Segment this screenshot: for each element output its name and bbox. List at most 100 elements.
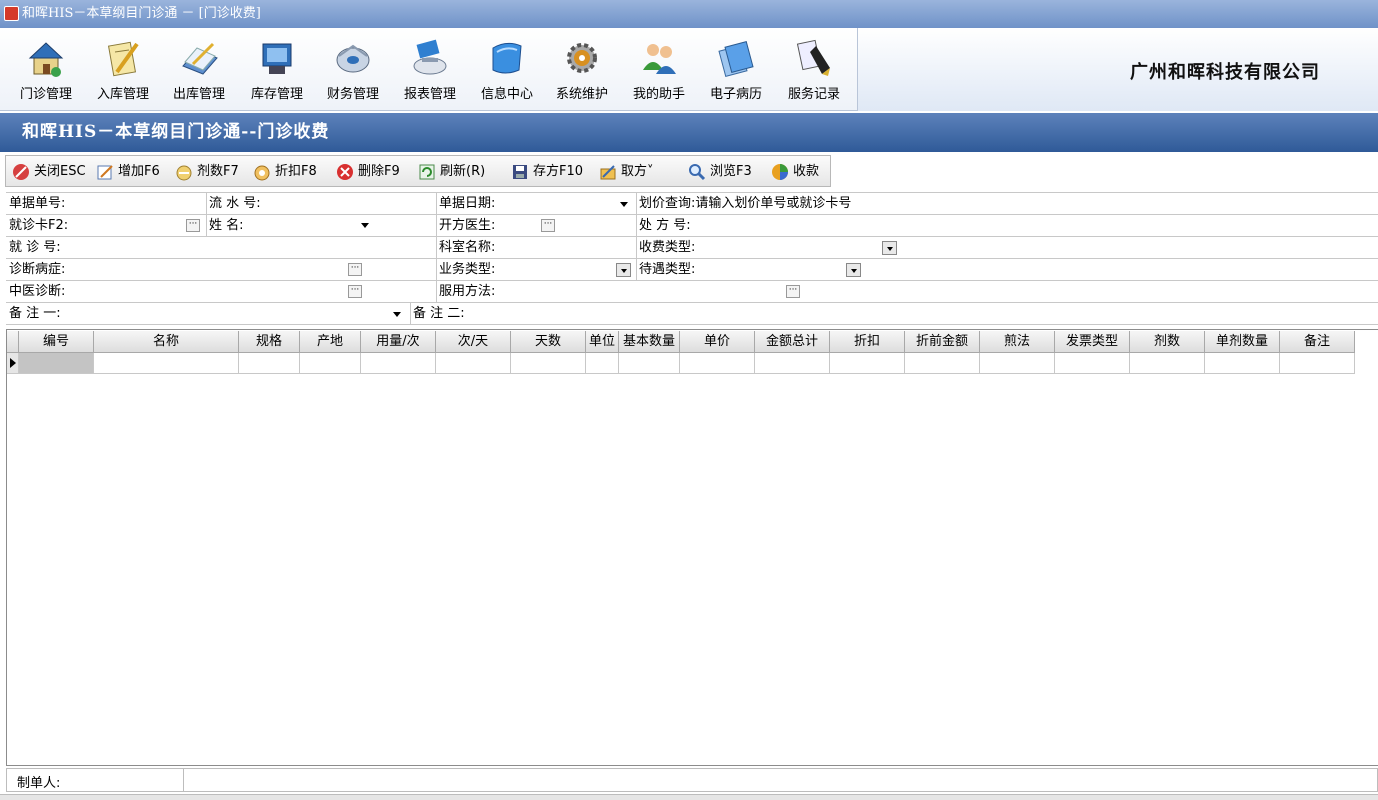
ellipsis-button[interactable]: ···	[348, 285, 362, 298]
table-cell[interactable]	[19, 353, 94, 374]
toolbar-button-9[interactable]: 我的助手	[622, 32, 696, 108]
table-cell[interactable]	[239, 353, 300, 374]
action-button-2[interactable]: 增加F6	[96, 160, 160, 184]
action-button-3[interactable]: 剂数F7	[175, 160, 239, 184]
table-cell[interactable]	[436, 353, 511, 374]
column-header[interactable]: 名称	[94, 331, 239, 353]
prescription-no-value[interactable]	[807, 215, 1378, 237]
prescription-grid[interactable]: 编号 名称 规格 产地 用量/次 次/天 天数 单位 基本数量 单价 金额总计 折扣 折前金额 煎法 发票类…	[6, 329, 1378, 766]
column-header[interactable]: 用量/次	[361, 331, 436, 353]
footer-bar: 制单人:	[6, 768, 1378, 792]
toolbar-button-5[interactable]: 财务管理	[316, 32, 390, 108]
usage-field[interactable]: 服用方法: ···	[436, 281, 1378, 303]
column-header[interactable]: 单位	[586, 331, 619, 353]
action-button-5[interactable]: 删除F9	[336, 160, 400, 184]
column-header[interactable]: 天数	[511, 331, 586, 353]
toolbar-button-1[interactable]: 门诊管理	[9, 32, 83, 108]
column-header[interactable]: 备注	[1280, 331, 1355, 353]
ellipsis-button[interactable]: ···	[186, 219, 200, 232]
business-type-dropdown[interactable]	[616, 263, 631, 277]
table-cell[interactable]	[1280, 353, 1355, 374]
prescription-no-field[interactable]: 处 方 号:	[636, 215, 807, 237]
remark1-field[interactable]: 备 注 一:	[6, 303, 410, 325]
toolbar-button-8[interactable]: 系统维护	[545, 32, 619, 108]
price-query-field[interactable]: 划价查询:请输入划价单号或就诊卡号	[636, 193, 1378, 215]
table-cell[interactable]	[755, 353, 830, 374]
ellipsis-button[interactable]: ···	[786, 285, 800, 298]
toolbar-button-6[interactable]: 报表管理	[393, 32, 467, 108]
action-button-9[interactable]: 浏览F3	[688, 160, 752, 184]
ellipsis-button[interactable]: ···	[348, 263, 362, 276]
table-cell[interactable]	[1205, 353, 1280, 374]
table-cell[interactable]	[830, 353, 905, 374]
table-cell[interactable]	[619, 353, 680, 374]
diagnosis-field[interactable]: 诊断病症: ···	[6, 259, 436, 281]
treatment-type-dropdown[interactable]	[846, 263, 861, 277]
business-type-field[interactable]: 业务类型:	[436, 259, 636, 281]
column-header[interactable]: 次/天	[436, 331, 511, 353]
column-header[interactable]: 煎法	[980, 331, 1055, 353]
visit-no-field[interactable]: 就 诊 号:	[6, 237, 436, 259]
chevron-down-icon[interactable]	[620, 202, 628, 207]
action-button-10[interactable]: 收款	[771, 160, 819, 184]
department-value[interactable]	[561, 237, 636, 259]
action-button-7[interactable]: 存方F10	[511, 160, 583, 184]
patient-extra-field[interactable]	[377, 215, 436, 237]
toolbar-button-3[interactable]: 出库管理	[162, 32, 236, 108]
toolbar-button-11[interactable]: 服务记录	[777, 32, 851, 108]
table-cell[interactable]	[1055, 353, 1130, 374]
action-button-1[interactable]: 关闭ESC	[12, 160, 86, 184]
doctor-field[interactable]: 开方医生: ···	[436, 215, 561, 237]
visit-card-field[interactable]: 就诊卡F2: ···	[6, 215, 206, 237]
table-cell[interactable]	[361, 353, 436, 374]
chevron-down-icon[interactable]	[361, 223, 369, 228]
notepad-pencil-icon	[107, 41, 139, 77]
toolbar-button-10[interactable]: 电子病历	[699, 32, 773, 108]
table-cell[interactable]	[94, 353, 239, 374]
toolbar-button-4[interactable]: 库存管理	[240, 32, 314, 108]
column-header[interactable]: 基本数量	[619, 331, 680, 353]
ellipsis-button[interactable]: ···	[541, 219, 555, 232]
row-selector[interactable]	[7, 353, 19, 374]
table-cell[interactable]	[586, 353, 619, 374]
doctor-value[interactable]	[561, 215, 636, 237]
column-header[interactable]: 折前金额	[905, 331, 980, 353]
doc-no-field[interactable]: 单据单号:	[6, 193, 206, 215]
diagnosis-label: 诊断病症:	[9, 262, 66, 277]
action-button-4[interactable]: 折扣F8	[253, 160, 317, 184]
department-field[interactable]: 科室名称:	[436, 237, 561, 259]
add-note-icon	[97, 164, 113, 179]
serial-no-field[interactable]: 流 水 号:	[206, 193, 436, 215]
doc-date-field[interactable]: 单据日期:	[436, 193, 636, 215]
treatment-type-value[interactable]	[866, 259, 1378, 281]
column-header[interactable]: 折扣	[830, 331, 905, 353]
column-header[interactable]: 产地	[300, 331, 361, 353]
patient-name-field[interactable]: 姓 名:	[206, 215, 377, 237]
table-cell[interactable]	[680, 353, 755, 374]
column-header[interactable]: 单剂数量	[1205, 331, 1280, 353]
column-header[interactable]: 发票类型	[1055, 331, 1130, 353]
treatment-type-field[interactable]: 待遇类型:	[636, 259, 866, 281]
chevron-down-icon[interactable]	[393, 312, 401, 317]
remark2-field[interactable]: 备 注 二:	[410, 303, 1378, 325]
column-header[interactable]: 剂数	[1130, 331, 1205, 353]
column-header[interactable]: 编号	[19, 331, 94, 353]
table-cell[interactable]	[511, 353, 586, 374]
table-cell[interactable]	[300, 353, 361, 374]
tcm-diagnosis-field[interactable]: 中医诊断: ···	[6, 281, 436, 303]
fee-type-field[interactable]: 收费类型:	[636, 237, 1378, 259]
column-header[interactable]: 规格	[239, 331, 300, 353]
toolbar-button-2[interactable]: 入库管理	[86, 32, 160, 108]
toolbar-button-label: 电子病历	[709, 87, 762, 102]
table-cell[interactable]	[980, 353, 1055, 374]
price-query-input[interactable]: 请输入划价单号或就诊卡号	[695, 196, 851, 211]
column-header[interactable]: 单价	[680, 331, 755, 353]
action-button-6[interactable]: 刷新(R)	[418, 160, 485, 184]
window-title-bar: 和晖HIS－本草纲目门诊通 － [门诊收费]	[0, 0, 1378, 28]
table-cell[interactable]	[905, 353, 980, 374]
action-button-8[interactable]: 取方˅	[599, 160, 654, 184]
column-header[interactable]: 金额总计	[755, 331, 830, 353]
toolbar-button-7[interactable]: 信息中心	[470, 32, 544, 108]
fee-type-dropdown[interactable]	[882, 241, 897, 255]
table-cell[interactable]	[1130, 353, 1205, 374]
